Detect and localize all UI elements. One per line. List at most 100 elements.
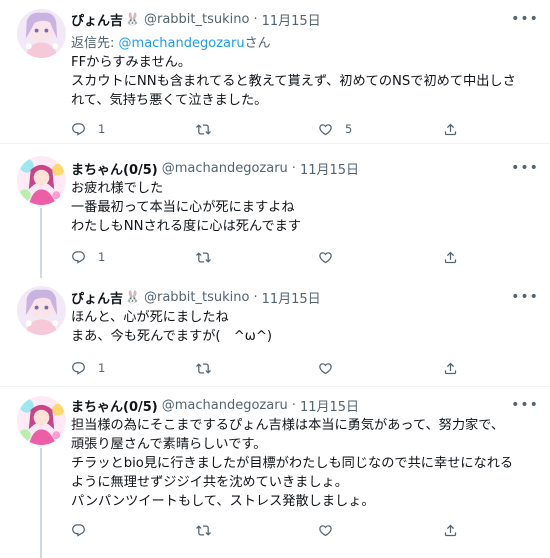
action-bar: 1 bbox=[71, 247, 541, 267]
avatar[interactable] bbox=[17, 396, 66, 445]
reply-to-line: 返信先: @machandegozaruさん bbox=[71, 32, 271, 51]
like-icon bbox=[318, 361, 333, 376]
tweet-text-line: ように無理せずジジイ共を沈めていきましょ。 bbox=[71, 475, 348, 490]
tweet-header: まちゃん(0/5) @machandegozaru · 11月15日 bbox=[71, 395, 359, 415]
tweet-text-line: 頑張り屋さんで素晴らしいです。 bbox=[71, 437, 267, 452]
reply-icon bbox=[71, 250, 86, 265]
tweet-4[interactable]: まちゃん(0/5) @machandegozaru · 11月15日 ••• 担… bbox=[0, 387, 550, 558]
display-name[interactable]: まちゃん(0/5) bbox=[71, 396, 158, 415]
tweet-text-line: FFからすみません。 bbox=[71, 55, 192, 70]
tweet-1[interactable]: ぴょん吉 🐰 @rabbit_tsukino · 11月15日 ••• 返信先:… bbox=[0, 0, 550, 143]
tweet-text-line: お疲れ様でした bbox=[71, 181, 164, 196]
reply-count: 1 bbox=[98, 122, 106, 136]
like-button[interactable]: 5 bbox=[318, 119, 352, 139]
share-button[interactable] bbox=[443, 520, 458, 540]
retweet-button[interactable] bbox=[196, 247, 211, 267]
display-name[interactable]: まちゃん(0/5) bbox=[71, 159, 158, 178]
reply-icon bbox=[71, 523, 86, 538]
thread-line bbox=[40, 448, 42, 558]
more-icon[interactable]: ••• bbox=[511, 289, 538, 305]
more-icon[interactable]: ••• bbox=[511, 397, 538, 413]
reply-button[interactable]: 1 bbox=[71, 119, 105, 139]
tweet-text: FFからすみません。 スカウトにNNも含まれてると教えて貰えず、初めてのNSで初… bbox=[71, 53, 536, 110]
tweet-text-line: チラッとbio見に行きましたが目標がわたしも同じなので共に幸せになれる bbox=[71, 456, 514, 471]
tweet-text: お疲れ様でした 一番最初って本当に心が死にますよね わたしもNNされる度に心は死… bbox=[71, 179, 536, 236]
separator-dot: · bbox=[291, 160, 296, 176]
tweet-date[interactable]: 11月15日 bbox=[262, 10, 321, 29]
thread-line bbox=[40, 208, 42, 278]
like-icon bbox=[318, 122, 333, 137]
rabbit-emoji: 🐰 bbox=[125, 290, 140, 304]
user-handle[interactable]: @rabbit_tsukino bbox=[144, 290, 249, 305]
reply-button[interactable] bbox=[71, 520, 86, 540]
retweet-icon bbox=[196, 523, 211, 538]
tweet-text: ほんと、心が死にましたね まあ、今も死んでますが( ^ω^) bbox=[71, 308, 536, 346]
avatar-image bbox=[17, 156, 66, 205]
tweet-text-line: スカウトにNNも含まれてると教えて貰えず、初めてのNSで初めて中出しさ bbox=[71, 74, 516, 89]
more-icon[interactable]: ••• bbox=[511, 11, 538, 27]
like-button[interactable] bbox=[318, 520, 333, 540]
retweet-button[interactable] bbox=[196, 119, 211, 139]
reply-icon bbox=[71, 361, 86, 376]
separator-dot: · bbox=[291, 397, 296, 413]
like-button[interactable] bbox=[318, 247, 333, 267]
tweet-text: 担当様の為にそこまでするぴょん吉様は本当に勇気があって、努力家で、 頑張り屋さん… bbox=[71, 416, 536, 511]
tweet-2[interactable]: まちゃん(0/5) @machandegozaru · 11月15日 ••• お… bbox=[0, 144, 550, 278]
like-icon bbox=[318, 523, 333, 538]
retweet-icon bbox=[196, 361, 211, 376]
share-button[interactable] bbox=[443, 119, 458, 139]
share-icon bbox=[443, 250, 458, 265]
reply-button[interactable]: 1 bbox=[71, 247, 105, 267]
separator-dot: · bbox=[253, 11, 258, 27]
action-bar: 1 bbox=[71, 358, 541, 378]
avatar[interactable] bbox=[17, 9, 66, 58]
tweet-text-line: 一番最初って本当に心が死にますよね bbox=[71, 200, 295, 215]
display-name[interactable]: ぴょん吉 bbox=[71, 10, 123, 29]
rabbit-emoji: 🐰 bbox=[125, 12, 140, 26]
user-handle[interactable]: @machandegozaru bbox=[162, 161, 288, 176]
reply-icon bbox=[71, 122, 86, 137]
retweet-button[interactable] bbox=[196, 358, 211, 378]
reply-to-mention[interactable]: @machandegozaru bbox=[119, 36, 245, 51]
tweet-header: ぴょん吉 🐰 @rabbit_tsukino · 11月15日 bbox=[71, 287, 321, 307]
tweet-date[interactable]: 11月15日 bbox=[300, 396, 359, 415]
tweet-text-line: れて、気持ち悪くて泣きました。 bbox=[71, 93, 268, 108]
reply-to-prefix: 返信先: bbox=[71, 36, 115, 51]
retweet-icon bbox=[196, 122, 211, 137]
avatar-image bbox=[17, 9, 66, 58]
reply-count: 1 bbox=[98, 250, 106, 264]
avatar-image bbox=[17, 286, 66, 335]
share-icon bbox=[443, 523, 458, 538]
tweet-text-line: まあ、今も死んでますが( ^ω^) bbox=[71, 329, 273, 344]
like-icon bbox=[318, 250, 333, 265]
action-bar: 1 5 bbox=[71, 119, 541, 139]
reply-button[interactable]: 1 bbox=[71, 358, 105, 378]
tweet-text-line: ほんと、心が死にましたね bbox=[71, 310, 229, 325]
tweet-header: まちゃん(0/5) @machandegozaru · 11月15日 bbox=[71, 158, 359, 178]
avatar[interactable] bbox=[17, 156, 66, 205]
tweet-3[interactable]: ぴょん吉 🐰 @rabbit_tsukino · 11月15日 ••• ほんと、… bbox=[0, 278, 550, 386]
more-icon[interactable]: ••• bbox=[511, 160, 538, 176]
retweet-button[interactable] bbox=[196, 520, 211, 540]
share-button[interactable] bbox=[443, 247, 458, 267]
tweet-text-line: 担当様の為にそこまでするぴょん吉様は本当に勇気があって、努力家で、 bbox=[71, 418, 505, 433]
like-button[interactable] bbox=[318, 358, 333, 378]
avatar[interactable] bbox=[17, 286, 66, 335]
separator-dot: · bbox=[253, 289, 258, 305]
reply-to-suffix: さん bbox=[244, 36, 271, 51]
tweet-text-line: わたしもNNされる度に心は死んでます bbox=[71, 219, 302, 234]
tweet-header: ぴょん吉 🐰 @rabbit_tsukino · 11月15日 bbox=[71, 9, 321, 29]
tweet-date[interactable]: 11月15日 bbox=[300, 159, 359, 178]
display-name[interactable]: ぴょん吉 bbox=[71, 288, 123, 307]
avatar-image bbox=[17, 396, 66, 445]
user-handle[interactable]: @machandegozaru bbox=[162, 398, 288, 413]
reply-count: 1 bbox=[98, 361, 106, 375]
retweet-icon bbox=[196, 250, 211, 265]
share-icon bbox=[443, 122, 458, 137]
user-handle[interactable]: @rabbit_tsukino bbox=[144, 12, 249, 27]
like-count: 5 bbox=[345, 122, 353, 136]
tweet-date[interactable]: 11月15日 bbox=[262, 288, 321, 307]
action-bar bbox=[71, 520, 541, 540]
share-icon bbox=[443, 361, 458, 376]
share-button[interactable] bbox=[443, 358, 458, 378]
